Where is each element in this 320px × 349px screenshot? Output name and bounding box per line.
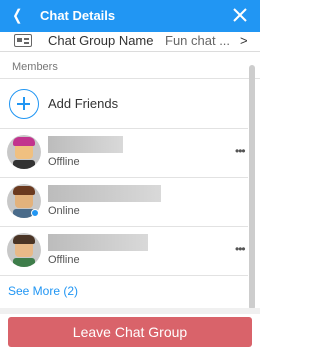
member-row[interactable]: Offline ••• — [0, 128, 248, 177]
member-name-redacted — [48, 185, 161, 202]
avatar — [7, 233, 41, 267]
chat-group-name-row[interactable]: Chat Group Name Fun chat ... > — [0, 32, 260, 52]
divider — [0, 308, 260, 314]
members-section-label: Members — [12, 61, 58, 73]
close-icon[interactable] — [229, 4, 251, 26]
chat-group-name-value: Fun chat ... — [165, 33, 231, 48]
add-friends-label: Add Friends — [48, 96, 119, 111]
header-bar: ❮ Chat Details — [0, 0, 260, 32]
see-more-link[interactable]: See More (2) — [8, 284, 78, 298]
more-options-icon[interactable]: ••• — [235, 144, 246, 158]
divider — [0, 275, 248, 276]
chevron-right-icon: > — [240, 33, 248, 48]
member-status: Offline — [48, 254, 80, 266]
chat-group-name-label: Chat Group Name — [48, 33, 154, 48]
add-friends-button[interactable]: Add Friends — [0, 82, 248, 126]
member-row[interactable]: Online — [0, 177, 248, 226]
avatar — [7, 135, 41, 169]
leave-chat-group-button[interactable]: Leave Chat Group — [8, 317, 252, 347]
online-status-dot — [31, 209, 39, 217]
member-status: Online — [48, 205, 80, 217]
plus-circle-icon — [9, 89, 39, 119]
member-name-redacted — [48, 234, 148, 251]
member-row[interactable]: Offline ••• — [0, 226, 248, 275]
member-status: Offline — [48, 156, 80, 168]
chevron-left-icon[interactable]: ❮ — [12, 6, 22, 26]
page-title: Chat Details — [40, 8, 116, 23]
more-options-icon[interactable]: ••• — [235, 242, 246, 256]
id-card-icon — [14, 34, 32, 47]
scrollbar[interactable] — [249, 65, 255, 310]
divider — [0, 78, 260, 79]
member-name-redacted — [48, 136, 123, 153]
